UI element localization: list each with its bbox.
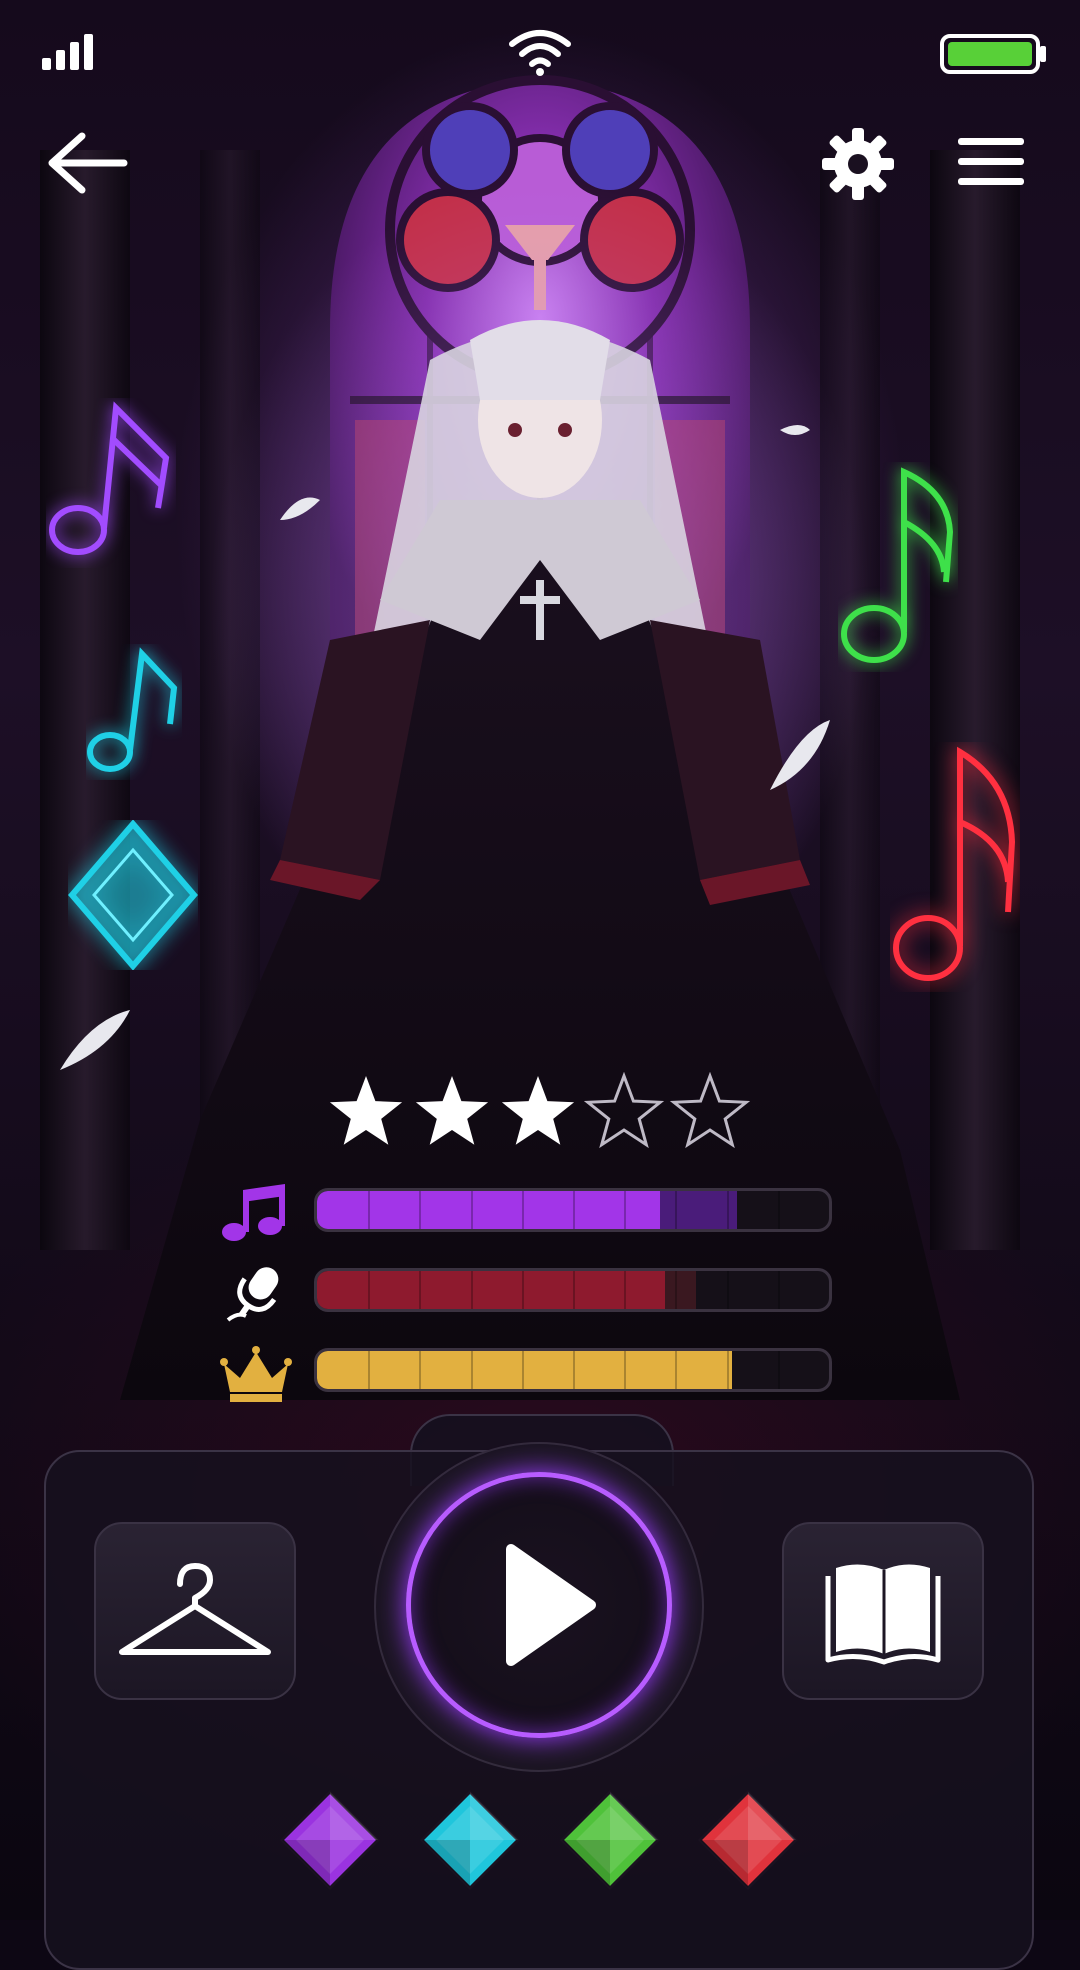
stat-bar-segment: [521, 1271, 524, 1309]
stat-row: [218, 1184, 838, 1241]
stat-bar-segment: [470, 1191, 473, 1229]
stat-bar-segment: [521, 1351, 524, 1389]
menu-button[interactable]: [956, 134, 1026, 190]
green-gem-icon: [559, 1789, 661, 1891]
status-bar: [0, 0, 1080, 110]
stat-bar-segment: [521, 1191, 524, 1229]
stat-bar-segment: [777, 1271, 780, 1309]
wardrobe-button[interactable]: [94, 1522, 296, 1700]
stat-bar-segment: [368, 1191, 371, 1229]
stat-icon-container: [218, 1184, 294, 1241]
green-music-note-icon: [841, 467, 954, 663]
star-filled-icon: [501, 1076, 575, 1145]
stat-bar-fill: [317, 1351, 732, 1389]
cyan-gem-icon: [419, 1789, 521, 1891]
stat-bar-segment: [470, 1351, 473, 1389]
story-book-button[interactable]: [782, 1522, 984, 1700]
stat-bar-segment: [419, 1271, 422, 1309]
stat-bar-bonus: [660, 1191, 737, 1229]
stat-bar-segment: [675, 1191, 678, 1229]
green-gem-button[interactable]: [559, 1789, 661, 1891]
stat-icon-container: [218, 1264, 294, 1322]
stat-bar-segment: [675, 1271, 678, 1309]
star-filled-icon: [415, 1076, 489, 1145]
stat-row: [218, 1344, 838, 1402]
red-music-note-icon: [893, 746, 1016, 981]
stat-bar-segment: [419, 1351, 422, 1389]
signal-bars-icon: [42, 34, 93, 70]
red-gem-button[interactable]: [697, 1789, 799, 1891]
stat-bar-track: [314, 1268, 832, 1312]
stat-bar-segment: [573, 1351, 575, 1389]
arrow-left-icon: [48, 132, 128, 194]
star-empty-icon: [584, 1072, 664, 1149]
microphone-icon: [226, 1267, 279, 1322]
gear-icon: [822, 128, 894, 200]
stat-bar-segment: [726, 1271, 729, 1309]
crown-icon: [220, 1346, 292, 1402]
settings-button[interactable]: [820, 126, 896, 202]
stat-icon-container: [218, 1344, 294, 1402]
stat-bar-bonus: [665, 1271, 696, 1309]
stat-bar-segment: [573, 1271, 575, 1309]
stat-bar-segment: [368, 1271, 371, 1309]
hamburger-menu-icon: [958, 138, 1024, 185]
purple-music-note-icon: [49, 401, 170, 555]
star-empty-icon: [670, 1072, 750, 1149]
back-button[interactable]: [44, 128, 134, 198]
purple-gem-button[interactable]: [279, 1789, 381, 1891]
battery-icon: [940, 34, 1046, 74]
stat-row: [218, 1264, 838, 1322]
cyan-gem-button[interactable]: [419, 1789, 521, 1891]
cyan-diamond-icon: [68, 820, 198, 970]
hanger-icon: [119, 1563, 271, 1655]
play-icon: [506, 1544, 596, 1666]
wifi-icon: [509, 30, 571, 76]
stat-bar-segment: [419, 1191, 422, 1229]
music-note-icon: [222, 1184, 285, 1241]
purple-gem-icon: [279, 1789, 381, 1891]
stat-bar-segment: [624, 1191, 627, 1229]
book-icon: [825, 1564, 941, 1665]
stat-bar-segment: [624, 1351, 627, 1389]
stat-bar-segment: [675, 1351, 678, 1389]
stat-bar-segment: [368, 1351, 371, 1389]
play-button[interactable]: [406, 1472, 672, 1738]
stat-bar-segment: [726, 1191, 729, 1229]
red-gem-icon: [697, 1789, 799, 1891]
stat-bar-track: [314, 1188, 832, 1232]
stat-bar-segment: [573, 1191, 575, 1229]
stat-bar-segment: [777, 1191, 780, 1229]
stat-bar-segment: [470, 1271, 473, 1309]
star-filled-icon: [329, 1076, 403, 1145]
stat-bar-segment: [624, 1271, 627, 1309]
stat-bar-segment: [777, 1351, 780, 1389]
cyan-music-note-icon: [87, 647, 178, 772]
star-rating: [326, 1072, 750, 1152]
stat-bar-track: [314, 1348, 832, 1392]
stat-bar-segment: [726, 1351, 729, 1389]
